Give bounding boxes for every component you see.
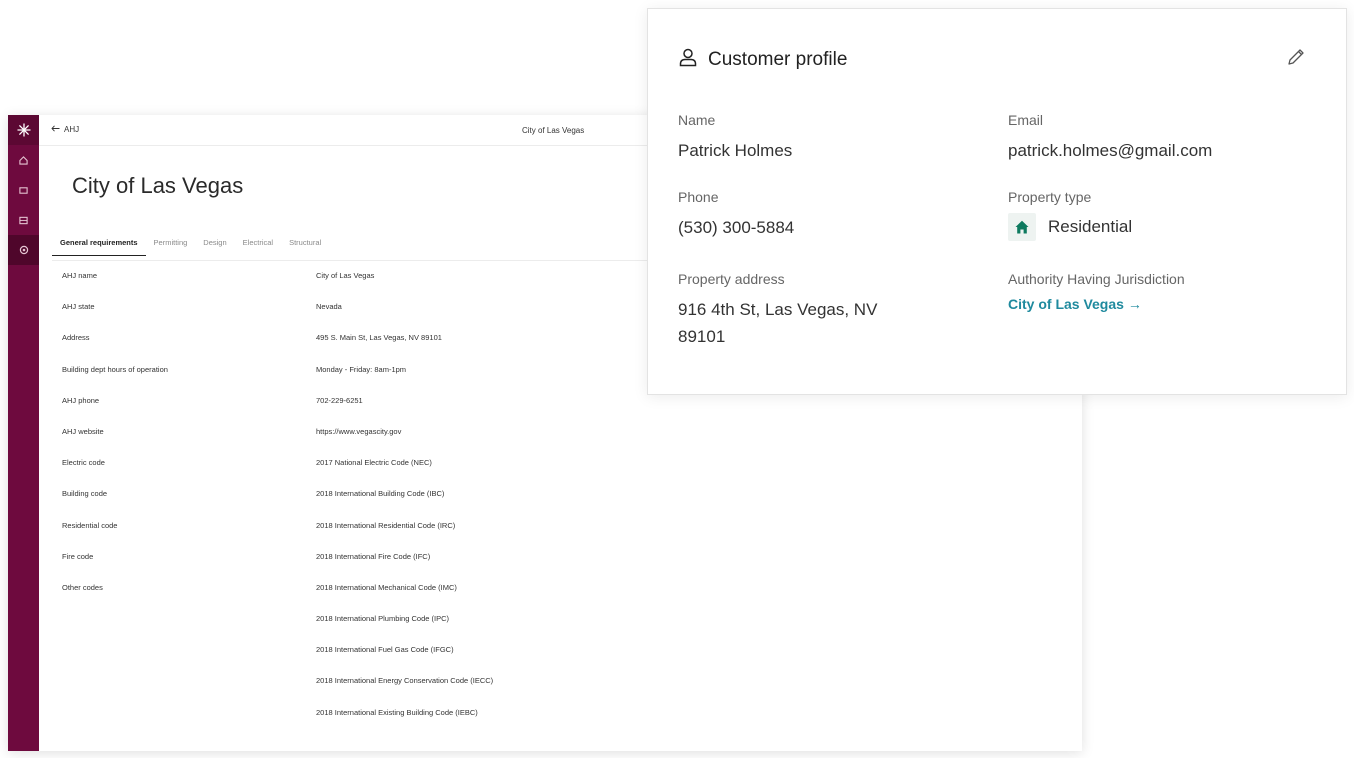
row-value: 2018 International Building Code (IBC)	[316, 489, 445, 499]
row-value: 2018 International Residential Code (IRC…	[316, 520, 456, 530]
row-label: Fire code	[62, 551, 94, 561]
phone-value: (530) 300-5884	[678, 218, 795, 237]
rail-settings-icon[interactable]	[8, 235, 39, 265]
email-value: patrick.holmes@gmail.com	[1008, 141, 1213, 160]
address-field: Property address 916 4th St, Las Vegas, …	[678, 271, 888, 350]
pencil-icon	[1286, 47, 1306, 72]
card-title: Customer profile	[708, 48, 848, 70]
rail-folder-icon[interactable]	[8, 175, 39, 205]
property-type-value: Residential	[1048, 217, 1133, 236]
tab-bar: General requirements Permitting Design E…	[52, 232, 329, 256]
rail-list-icon[interactable]	[8, 205, 39, 235]
tab-electrical[interactable]: Electrical	[235, 232, 281, 256]
app-logo-icon[interactable]	[8, 115, 39, 145]
row-value: 2018 International Existing Building Cod…	[316, 707, 478, 717]
ahj-link[interactable]: City of Las Vegas →	[1008, 296, 1142, 312]
customer-profile-card: Customer profile Name Patrick Holmes Ema…	[647, 8, 1347, 395]
row-value: 2017 National Electric Code (NEC)	[316, 458, 432, 468]
back-link[interactable]: AHJ	[51, 125, 79, 134]
tab-permitting[interactable]: Permitting	[146, 232, 196, 256]
card-header: Customer profile	[678, 47, 847, 72]
row-label: AHJ website	[62, 426, 104, 436]
row-label: AHJ state	[62, 302, 95, 312]
email-field: Email patrick.holmes@gmail.com	[1008, 112, 1212, 164]
name-label: Name	[678, 112, 716, 128]
tab-general-requirements[interactable]: General requirements	[52, 232, 146, 256]
row-label: Building dept hours of operation	[62, 364, 168, 374]
arrow-left-icon	[51, 125, 60, 134]
rail-home-icon[interactable]	[8, 145, 39, 175]
side-rail	[8, 115, 39, 751]
row-label: AHJ name	[62, 271, 98, 280]
row-label: Electric code	[62, 458, 105, 468]
tab-design[interactable]: Design	[195, 232, 234, 256]
back-link-label: AHJ	[64, 125, 80, 134]
row-value: 2018 International Mechanical Code (IMC)	[316, 582, 457, 592]
row-value: 2018 International Fuel Gas Code (IFGC)	[316, 645, 454, 655]
row-label: Building code	[62, 489, 108, 499]
row-value: 2018 International Fire Code (IFC)	[316, 551, 431, 561]
address-label: Property address	[678, 271, 785, 287]
email-label: Email	[1008, 112, 1044, 128]
row-label: Address	[62, 333, 90, 343]
page-title: City of Las Vegas	[72, 173, 244, 198]
ahj-field: Authority Having Jurisdiction City of La…	[1008, 271, 1185, 314]
phone-label: Phone	[678, 189, 719, 205]
phone-field: Phone (530) 300-5884	[678, 189, 794, 241]
row-value: https://www.vegascity.gov	[316, 426, 402, 436]
row-value: 2018 International Plumbing Code (IPC)	[316, 614, 449, 624]
name-value: Patrick Holmes	[678, 141, 793, 160]
row-label: Other codes	[62, 582, 103, 592]
edit-profile-button[interactable]	[1284, 47, 1308, 71]
property-type-row: Residential	[1008, 213, 1132, 241]
address-value: 916 4th St, Las Vegas, NV 89101	[678, 300, 878, 347]
property-type-label: Property type	[1008, 189, 1092, 205]
property-type-field: Property type Residential	[1008, 189, 1132, 241]
row-value: 2018 International Energy Conservation C…	[316, 676, 494, 686]
row-label: Residential code	[62, 520, 118, 530]
name-field: Name Patrick Holmes	[678, 112, 792, 164]
home-icon	[1008, 213, 1036, 241]
row-label: AHJ phone	[62, 395, 100, 405]
user-icon	[678, 47, 698, 72]
topbar-title: City of Las Vegas	[522, 126, 585, 135]
row-value: 702-229-6251	[316, 395, 363, 405]
ahj-label: Authority Having Jurisdiction	[1008, 271, 1185, 287]
tab-structural[interactable]: Structural	[281, 232, 329, 256]
